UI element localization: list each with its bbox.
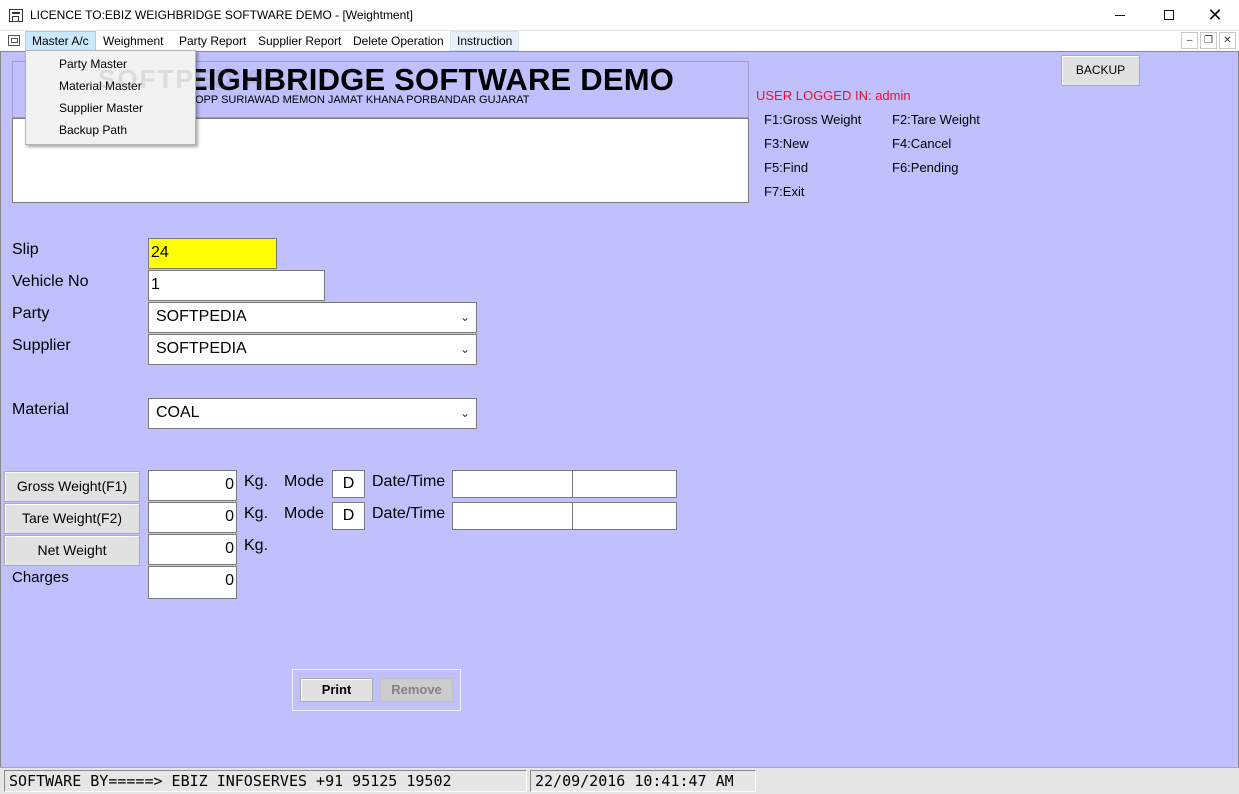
gross-weight-button[interactable]: Gross Weight(F1) xyxy=(4,471,140,502)
chevron-down-icon[interactable]: ⌄ xyxy=(460,399,470,427)
party-label: Party xyxy=(12,305,50,322)
shortcut-f4: F4:Cancel xyxy=(892,136,952,151)
software-by-panel: SOFTWARE BY=====> EBIZ INFOSERVES +91 95… xyxy=(4,770,527,792)
mdi-minimize-button[interactable]: – xyxy=(1181,32,1198,49)
window-title: LICENCE TO:EBIZ WEIGHBRIDGE SOFTWARE DEM… xyxy=(30,8,413,22)
net-unit-label: Kg. xyxy=(244,537,269,554)
slip-label: Slip xyxy=(12,241,39,258)
gross-mode-label: Mode xyxy=(284,473,325,490)
tare-unit-label: Kg. xyxy=(244,505,269,522)
tare-weight-button[interactable]: Tare Weight(F2) xyxy=(4,503,140,534)
user-logged-in-label: USER LOGGED IN: admin xyxy=(756,88,911,103)
status-bar: SOFTWARE BY=====> EBIZ INFOSERVES +91 95… xyxy=(0,767,1239,794)
tare-weight-input[interactable]: 0 xyxy=(148,502,237,533)
gross-weight-input[interactable]: 0 xyxy=(148,470,237,501)
weightment-form: EIGHBRIDGE SOFTWARE DEMO OPP SURIAWAD ME… xyxy=(0,51,1239,794)
minimize-icon xyxy=(1115,14,1125,16)
net-weight-input[interactable]: 0 xyxy=(148,534,237,565)
menu-supplier-report[interactable]: Supplier Report xyxy=(252,31,347,51)
backup-button[interactable]: BACKUP xyxy=(1061,55,1140,86)
slip-input[interactable]: 24 xyxy=(148,238,277,269)
gross-mode-input[interactable]: D xyxy=(332,470,365,498)
shortcut-f2: F2:Tare Weight xyxy=(892,112,980,127)
dropdown-backup-path[interactable]: Backup Path xyxy=(59,123,127,137)
gross-date-input[interactable] xyxy=(452,470,573,498)
material-label: Material xyxy=(12,401,69,418)
shortcut-f5: F5:Find xyxy=(764,160,809,175)
menu-bar: Master A/c Weighment Party Report Suppli… xyxy=(0,31,1239,51)
vehicle-no-label: Vehicle No xyxy=(12,273,89,290)
charges-input[interactable]: 0 xyxy=(148,566,237,599)
print-button[interactable]: Print xyxy=(300,678,373,702)
menu-party-report[interactable]: Party Report xyxy=(173,31,252,51)
supplier-label: Supplier xyxy=(12,337,71,354)
remove-button: Remove xyxy=(380,678,453,702)
shortcut-f3: F3:New xyxy=(764,136,809,151)
mdi-restore-button[interactable]: ❐ xyxy=(1200,32,1217,49)
mdi-child-icon[interactable] xyxy=(8,35,20,46)
maximize-icon xyxy=(1164,10,1174,21)
mdi-close-button[interactable]: ✕ xyxy=(1219,32,1236,49)
tare-mode-label: Mode xyxy=(284,505,325,522)
chevron-down-icon[interactable]: ⌄ xyxy=(460,303,470,331)
menu-delete-operation[interactable]: Delete Operation xyxy=(347,31,450,51)
company-address: OPP SURIAWAD MEMON JAMAT KHANA PORBANDAR… xyxy=(195,94,530,106)
shortcut-f7: F7:Exit xyxy=(764,184,805,199)
tare-mode-input[interactable]: D xyxy=(332,502,365,530)
menu-weighment[interactable]: Weighment xyxy=(97,31,169,51)
material-value: COAL xyxy=(156,404,200,421)
supplier-select[interactable]: SOFTPEDIA ⌄ xyxy=(148,334,477,365)
watermark: SOFTPEDIA xyxy=(98,64,265,94)
charges-label: Charges xyxy=(12,569,69,586)
dropdown-supplier-master[interactable]: Supplier Master xyxy=(59,101,143,115)
party-value: SOFTPEDIA xyxy=(156,308,247,325)
party-select[interactable]: SOFTPEDIA ⌄ xyxy=(148,302,477,333)
shortcut-f1: F1:Gross Weight xyxy=(764,112,862,127)
vehicle-no-input[interactable]: 1 xyxy=(148,270,325,301)
tare-datetime-label: Date/Time xyxy=(372,505,446,522)
menu-master-ac[interactable]: Master A/c xyxy=(25,31,96,51)
close-icon: ✕ xyxy=(1207,5,1223,25)
gross-datetime-label: Date/Time xyxy=(372,473,446,490)
chevron-down-icon[interactable]: ⌄ xyxy=(460,335,470,363)
title-bar: LICENCE TO:EBIZ WEIGHBRIDGE SOFTWARE DEM… xyxy=(0,0,1239,31)
gross-time-input[interactable] xyxy=(572,470,677,498)
supplier-value: SOFTPEDIA xyxy=(156,340,247,357)
window-minimize-button[interactable] xyxy=(1097,0,1143,30)
window-maximize-button[interactable] xyxy=(1146,0,1192,30)
menu-instruction[interactable]: Instruction xyxy=(450,31,520,51)
tare-time-input[interactable] xyxy=(572,502,677,530)
net-weight-button[interactable]: Net Weight xyxy=(4,535,140,566)
tare-date-input[interactable] xyxy=(452,502,573,530)
shortcut-f6: F6:Pending xyxy=(892,160,959,175)
gross-unit-label: Kg. xyxy=(244,473,269,490)
material-select[interactable]: COAL ⌄ xyxy=(148,398,477,429)
window-close-button[interactable]: ✕ xyxy=(1192,0,1238,30)
datetime-panel: 22/09/2016 10:41:47 AM xyxy=(530,770,756,792)
app-window-icon[interactable] xyxy=(9,9,23,22)
